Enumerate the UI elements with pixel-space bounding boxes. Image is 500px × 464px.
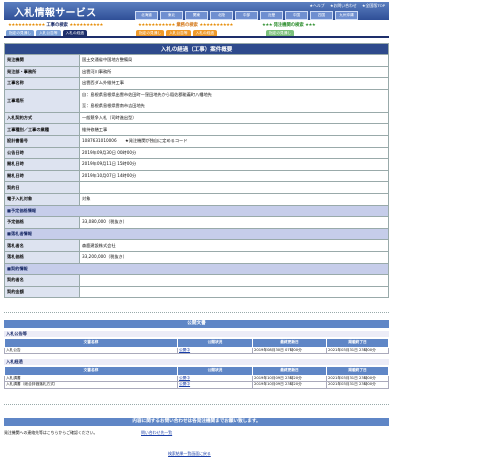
kikan-section-label: ★★★ 発注機関の検索 ★★★ [262, 23, 316, 28]
divider [4, 312, 389, 313]
table-row: 公告日時 2019年09月30日 00時00分 [4, 146, 389, 160]
table-row: 落札価格 33,200,000（税抜き） [4, 250, 389, 264]
table-row: 発注部・事務所 出雲河川事務所 [4, 65, 389, 79]
region-kyushu[interactable]: 九州沖縄 [335, 11, 358, 20]
contact-list-link[interactable]: 問い合わせ先一覧 [141, 430, 172, 436]
region-tohoku[interactable]: 東北 [160, 11, 183, 20]
table-row: 契約者名 [4, 274, 389, 287]
table-row: 契約金額 [4, 285, 389, 299]
region-chubu[interactable]: 中部 [235, 11, 258, 20]
site-logo[interactable]: 入札情報サービス [14, 4, 96, 19]
case-summary-table: 入札の経過（工事）案件概要 発注機関 国土交通省中国地方整備局 発注部・事務所 出雲… [4, 43, 389, 299]
region-hokkaido[interactable]: 北海道 [135, 11, 158, 20]
doc-status-link[interactable]: 公開中 [179, 376, 190, 380]
region-kanto[interactable]: 関東 [185, 11, 208, 20]
region-nav: 北海道 東北 関東 北陸 中部 近畿 中国 四国 九州沖縄 [135, 11, 358, 20]
work-place-from: 自：島根県島根県出雲市佐田町一窪田地先から稲佐郡能義町八幡地先 [82, 92, 212, 98]
table-row: 工事名称 出雲西ダム外維持工事 [4, 77, 389, 90]
table-row: 設計書番号 1087631010006 ★発注機関が独自に定めるコード [4, 134, 389, 148]
table-row: 入札調書（総合評価落札方式） 公開中 2019年10月09日 23時20分 20… [4, 381, 389, 389]
contact-link[interactable]: ★お問い合わせ [330, 3, 357, 8]
back-to-results-link[interactable]: 検索結果一覧画面に戻る [168, 451, 211, 457]
keika-docs-table: 文書名称 公開状況 最終更新日 掲載終了日 入札調書 公開中 2019年10月0… [4, 366, 389, 389]
table-row: 電子入札対象 対象 [4, 192, 389, 206]
doc-status-link[interactable]: 公開中 [179, 382, 190, 386]
case-summary-title: 入札の経過（工事）案件概要 [4, 43, 389, 55]
koukoku-docs-table: 文書名称 公開状況 最終更新日 掲載終了日 入札公告 公開中 2019年08月3… [4, 338, 389, 354]
table-row: 工事種別／工事の業種 維持修繕工事 [4, 123, 389, 136]
help-link[interactable]: ★ヘルプ [310, 3, 325, 8]
top-links: ★ヘルプ ★お問い合わせ ★全国版TOP [306, 3, 385, 9]
table-row: 開札日時 2019年09月11日 15時00分 [4, 158, 389, 171]
doc-status-link[interactable]: 公開中 [179, 348, 190, 352]
group-keika-label: 入札経過 [4, 359, 389, 365]
region-hokuriku[interactable]: 北陸 [210, 11, 233, 20]
table-row: 発注機関 国土交通省中国地方整備局 [4, 54, 389, 67]
region-kinki[interactable]: 近畿 [260, 11, 283, 20]
table-row: 入札契約方式 一般競争入札（司時進出型） [4, 111, 389, 125]
region-chugoku[interactable]: 中国 [285, 11, 308, 20]
section-rakusatsu: ■落札者情報 [4, 227, 389, 241]
table-row: 予定価格 33,080,000（税抜き） [4, 216, 389, 229]
contact-text: 発注機関への連絡先等はこちらからご確認ください。 [4, 430, 98, 435]
table-row: 工事場所 自：島根県島根県出雲市佐田町一窪田地先から稲佐郡能義町八幡地先 至：島根… [4, 88, 389, 113]
contact-banner: 内容に関するお問い合わせは各発注機関までお願い致します。 [4, 418, 389, 426]
public-docs-title: 公開文書 [4, 320, 389, 328]
group-koukoku-label: 入札公告等 [4, 331, 389, 337]
divider [4, 404, 389, 405]
section-yotei: ■予定価格情報 [4, 204, 389, 218]
national-top-link[interactable]: ★全国版TOP [362, 3, 385, 8]
table-row: 入札公告 公開中 2019年08月30日 07時00分 2021年03月31日 … [4, 346, 389, 354]
nav-divider [4, 36, 389, 38]
table-row: 落札者名 森鹿建設株式会社 [4, 239, 389, 252]
work-place-to: 至：島根県島根県雲南市吉田地先 [82, 103, 145, 109]
gyomu-section-label: ★★★★★★★★★★★ 業務の検索 ★★★★★★★★★★ [138, 23, 233, 28]
section-keiyaku: ■契約情報 [4, 262, 389, 276]
table-row: 契約日 [4, 181, 389, 194]
koji-section-label: ★★★★★★★★★★★ 工事の検索 ★★★★★★★★★★ [8, 23, 103, 28]
table-row: 開札日時 2019年10月07日 14時00分 [4, 169, 389, 183]
region-shikoku[interactable]: 四国 [310, 11, 333, 20]
